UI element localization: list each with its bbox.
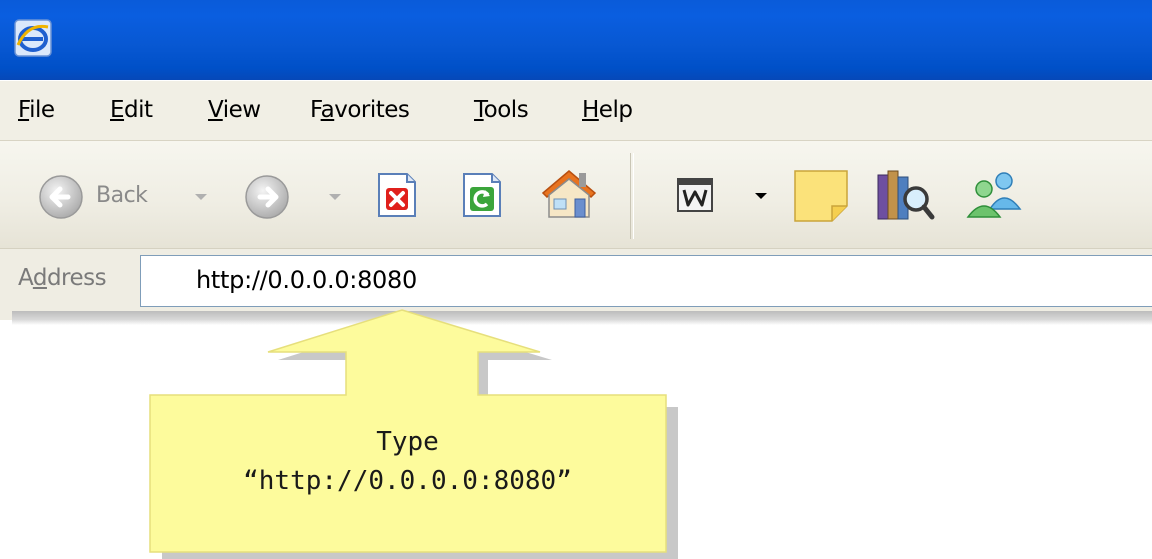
toolbar-separator — [630, 153, 634, 239]
note-icon — [794, 170, 848, 222]
back-dropdown-icon[interactable] — [195, 194, 207, 200]
back-arrow-icon — [39, 175, 83, 219]
address-label: Address — [18, 265, 107, 291]
word-icon — [677, 178, 713, 212]
messenger-button[interactable] — [960, 169, 1028, 221]
forward-dropdown-icon[interactable] — [329, 194, 341, 200]
back-label: Back — [96, 183, 148, 208]
menu-file[interactable]: File — [18, 94, 55, 126]
menu-view[interactable]: View — [208, 94, 261, 126]
internet-explorer-icon[interactable] — [14, 19, 52, 57]
address-url[interactable]: http://0.0.0.0:8080 — [196, 266, 417, 294]
research-icon — [877, 170, 935, 220]
refresh-button[interactable] — [461, 171, 503, 219]
menu-favorites[interactable]: Favorites — [310, 94, 410, 126]
stop-icon — [378, 173, 416, 217]
word-dropdown-icon[interactable] — [755, 193, 767, 199]
callout-line-2: “http://0.0.0.0:8080” — [243, 466, 572, 496]
notes-button[interactable] — [792, 168, 852, 224]
back-button[interactable]: Back — [38, 174, 188, 220]
forward-button[interactable] — [244, 174, 290, 220]
edit-with-word-button[interactable] — [676, 175, 716, 215]
refresh-icon — [463, 173, 501, 217]
stop-button[interactable] — [376, 171, 418, 219]
messenger-icon — [966, 172, 1022, 218]
toolbar: Back — [0, 140, 1152, 248]
forward-arrow-icon — [245, 175, 289, 219]
callout-line-1: Type — [376, 427, 439, 457]
address-bar: Address http://0.0.0.0:8080 — [0, 248, 1152, 320]
research-button[interactable] — [874, 167, 936, 225]
address-bar-shadow — [12, 311, 1152, 325]
title-bar[interactable] — [0, 0, 1152, 80]
address-input[interactable]: http://0.0.0.0:8080 — [140, 255, 1152, 307]
menu-bar: File Edit View Favorites Tools Help — [0, 80, 1152, 140]
browser-window: File Edit View Favorites Tools Help Back — [0, 0, 1152, 559]
menu-edit[interactable]: Edit — [110, 94, 153, 126]
home-button[interactable] — [535, 165, 603, 221]
home-icon — [541, 170, 597, 218]
menu-tools[interactable]: Tools — [474, 94, 529, 126]
menu-help[interactable]: Help — [582, 94, 633, 126]
